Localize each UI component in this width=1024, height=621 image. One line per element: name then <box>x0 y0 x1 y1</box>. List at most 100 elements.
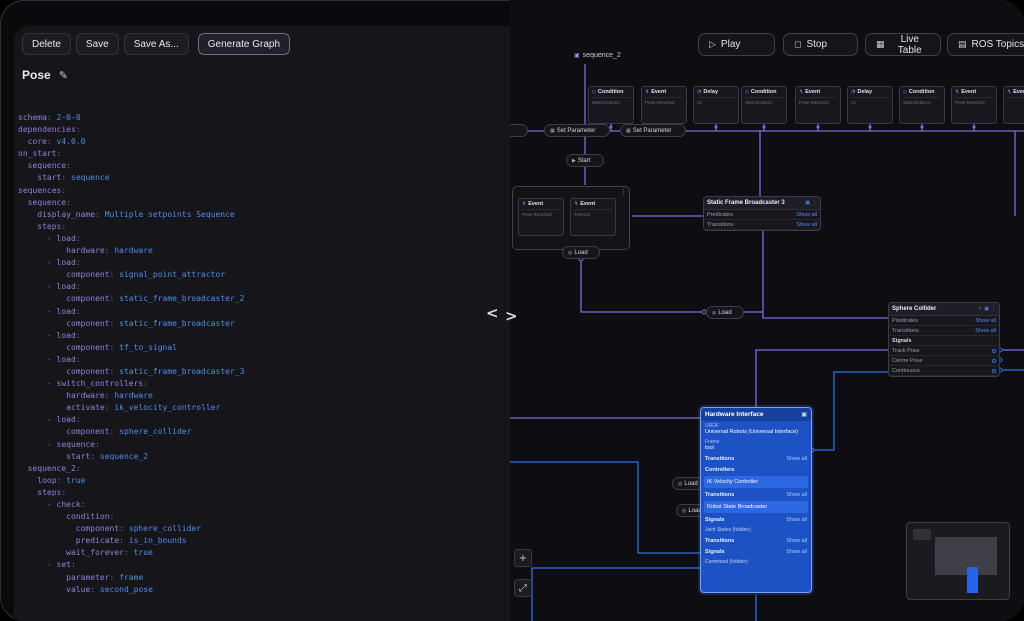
section-label: Signals <box>705 549 725 555</box>
group-label: ▣sequence_2 <box>574 52 621 59</box>
graph-node-sphere-collider[interactable]: Sphere Collider✓▣⋮PredicatesShow allTran… <box>888 302 1000 377</box>
pill-node-load-icon: ◎ <box>682 508 686 514</box>
controller-item[interactable]: Robot State Broadcaster <box>704 501 808 513</box>
graph-node-condition[interactable]: ◇ConditionWait Distance <box>899 86 945 124</box>
component-icon: ▣ <box>805 200 810 206</box>
hardware-interface-node[interactable]: Hardware Interface▣URDFUniversal Robots … <box>700 407 812 593</box>
node-header: Static Frame Broadcaster 3▣⋮ <box>704 197 820 210</box>
graph-node-condition[interactable]: ◇ConditionWait Distance <box>588 86 634 124</box>
pill-node-set-parameter[interactable]: ▦Set Parameter <box>544 124 610 137</box>
minimap[interactable] <box>906 522 1010 600</box>
code-line: steps: <box>18 221 510 233</box>
show-all-link[interactable]: Show all <box>786 538 807 544</box>
pill-node-load[interactable]: ◎Load <box>706 306 744 319</box>
live-table-icon: ▦ <box>876 40 885 50</box>
group-menu-icon[interactable]: ⋮ <box>620 188 627 196</box>
graph-node-event[interactable]: ↯Event <box>1003 86 1024 124</box>
fit-view-button[interactable]: ⤢ <box>514 579 532 597</box>
delete-button[interactable]: Delete <box>22 33 71 55</box>
ros-topics-button[interactable]: ▤ ROS Topics <box>947 33 1024 56</box>
signal-port[interactable] <box>992 349 996 353</box>
graph-node-condition[interactable]: ◇ConditionWait Distance <box>741 86 787 124</box>
graph-node-delay[interactable]: ◔Delay1s <box>847 86 893 124</box>
section-label: Controllers <box>705 467 734 473</box>
stop-button[interactable]: ◻ Stop <box>783 33 858 56</box>
row-label: Track Pose <box>892 348 920 354</box>
node-header: ↯Event <box>1007 89 1024 98</box>
save-as-button[interactable]: Save As... <box>124 33 189 55</box>
collapse-panel-button[interactable]: < <box>486 304 499 322</box>
node-title: Sphere Collider <box>892 306 936 312</box>
node-section-controllers: Controllers <box>701 464 811 475</box>
node-subtitle: Wait Distance <box>592 100 630 105</box>
signal-port[interactable] <box>992 359 996 363</box>
show-all-link[interactable]: Show all <box>796 212 817 218</box>
show-all-link[interactable]: Show all <box>786 549 807 555</box>
code-line: - load: <box>18 281 510 293</box>
delay-icon: ◔ <box>851 89 855 95</box>
pill-node-start[interactable]: ▶Start <box>566 154 604 167</box>
section-label: Transitions <box>705 456 734 462</box>
code-line: start: sequence <box>18 172 510 184</box>
section-label: Transitions <box>705 492 734 498</box>
node-header: ↯Event <box>522 201 560 210</box>
menu-icon: ⋮ <box>812 200 817 206</box>
save-button[interactable]: Save <box>76 33 119 55</box>
code-line: - load: <box>18 354 510 366</box>
node-row-centre-pose: Centre Pose <box>889 356 999 366</box>
show-all-link[interactable]: Show all <box>796 222 817 228</box>
code-line: sequence_2: <box>18 463 510 475</box>
code-line: hardware: hardware <box>18 245 510 257</box>
node-field-urdf: URDFUniversal Robots (Universal Interfac… <box>701 421 811 437</box>
node-row-predicates: Predicates Show all <box>704 210 820 220</box>
row-label: Predicates <box>707 212 733 218</box>
row-label: Continuous <box>892 368 920 374</box>
graph-node-event[interactable]: ↯EventPose Reached <box>795 86 841 124</box>
code-line: component: static_frame_broadcaster_3 <box>18 366 510 378</box>
node-header: ◔Delay <box>697 89 735 98</box>
node-section-signals: SignalsShow all <box>701 514 811 525</box>
play-button[interactable]: ▷ Play <box>698 33 775 56</box>
group-label-text: sequence_2 <box>583 52 621 59</box>
show-all-link[interactable]: Show all <box>786 517 807 523</box>
generate-graph-button[interactable]: Generate Graph <box>198 33 290 55</box>
pill-node-set-parameter[interactable]: ▦Set Parameter <box>620 124 686 137</box>
graph-node-delay[interactable]: ◔Delay1s <box>693 86 739 124</box>
graph-node-event[interactable]: ↯EventTimeout <box>570 198 616 236</box>
code-line: component: signal_point_attractor <box>18 269 510 281</box>
event-icon: ↯ <box>799 89 803 95</box>
code-line: - sequence: <box>18 439 510 451</box>
pill-label: Set Parameter <box>557 128 596 134</box>
edit-name-button[interactable]: ✎ <box>59 69 68 82</box>
show-all-link[interactable]: Show all <box>975 328 996 334</box>
show-all-link[interactable]: Show all <box>786 456 807 462</box>
graph-node-event[interactable]: ↯EventPose Reached <box>641 86 687 124</box>
code-line: on_start: <box>18 148 510 160</box>
node-section-transitions: Transitions Show all <box>701 489 811 500</box>
event-icon: ↯ <box>955 89 959 95</box>
show-all-link[interactable]: Show all <box>975 318 996 324</box>
expand-panel-button[interactable]: > <box>505 307 518 325</box>
pill-node-load[interactable]: ◎Load <box>562 246 600 259</box>
graph-node-event[interactable]: ↯EventPose Reached <box>518 198 564 236</box>
code-line: - check: <box>18 499 510 511</box>
code-line: value: second_pose <box>18 584 510 596</box>
pill-node-set-parameter-icon: ▦ <box>626 128 631 134</box>
code-editor[interactable]: schema: 2-0-0dependencies: core: v4.0.0o… <box>18 112 510 621</box>
code-line: hardware: hardware <box>18 390 510 402</box>
controller-item[interactable]: IK Velocity Controller <box>704 476 808 488</box>
graph-node-static-frame-broadcaster-3[interactable]: Static Frame Broadcaster 3▣⋮ Predicates Sh… <box>703 196 821 231</box>
zoom-in-button[interactable]: + <box>514 549 532 567</box>
show-all-link[interactable]: Show all <box>786 492 807 498</box>
graph-canvas[interactable]: ▷ Play ◻ Stop ▦ Live Table ▤ ROS Topics … <box>510 0 1024 621</box>
live-table-button[interactable]: ▦ Live Table <box>865 33 941 56</box>
node-row-continuous: Continuous <box>889 366 999 376</box>
file-row: Pose ✎ <box>22 68 68 82</box>
node-row-signals: Signals <box>889 336 999 346</box>
code-line: - load: <box>18 257 510 269</box>
signal-port[interactable] <box>992 369 996 373</box>
pill-node-load[interactable]: ◎Load <box>510 124 528 137</box>
node-title: Delay <box>857 89 872 95</box>
pill-node-set-parameter-icon: ▦ <box>550 128 555 134</box>
graph-node-event[interactable]: ↯EventPose Reached <box>951 86 997 124</box>
